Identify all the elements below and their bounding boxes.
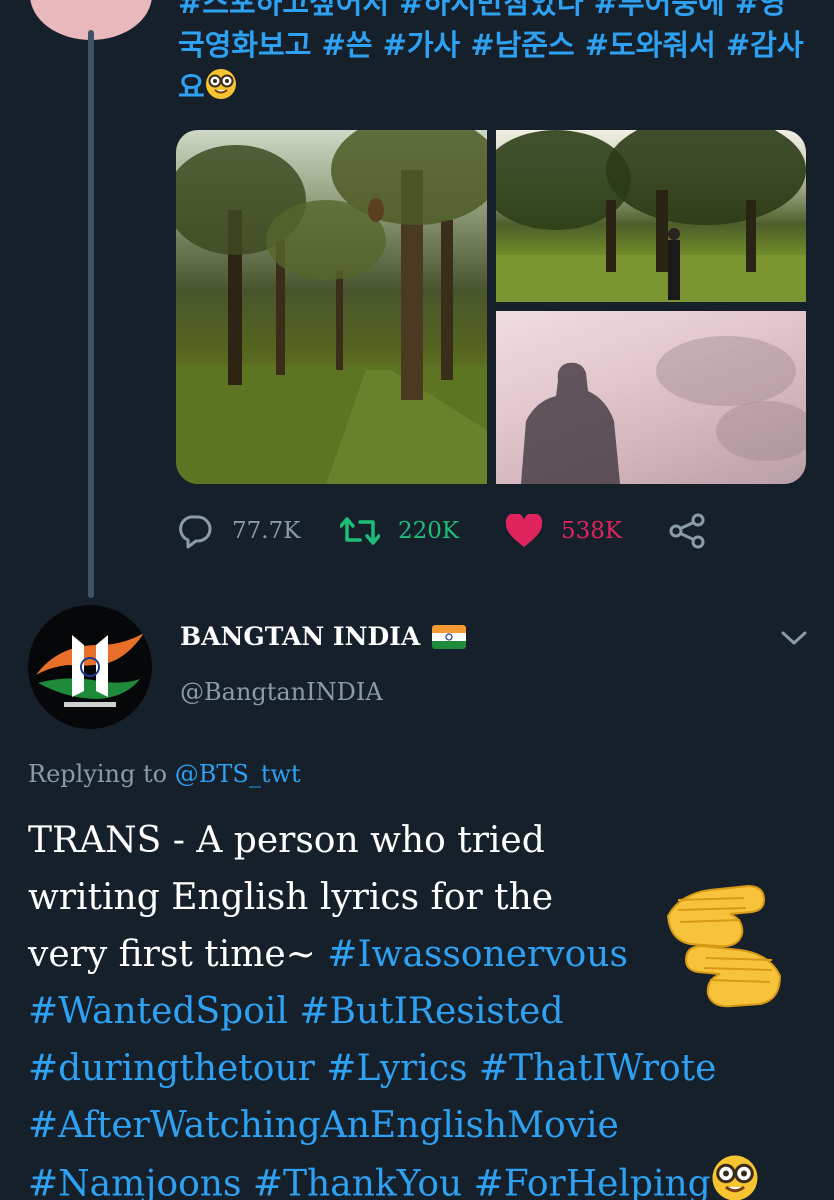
chevron-down-icon[interactable] [778, 626, 810, 650]
tweet-line: TRANS - A person who tried [28, 812, 818, 869]
tweet-text: writing English lyrics for the [28, 877, 554, 918]
author-name-text: BANGTAN INDIA [180, 622, 421, 651]
nerd-face-icon [711, 1154, 759, 1200]
nerd-face-icon [205, 68, 237, 111]
reply-button[interactable]: 77.7K [178, 506, 300, 556]
hashtag-line-end[interactable]: 요 [178, 70, 205, 104]
tweet-actions: 77.7K 220K 538K [178, 506, 738, 556]
photo-shadow-selfie[interactable] [496, 311, 806, 484]
author-avatar[interactable] [28, 605, 152, 729]
hashtag-line[interactable]: #스포하고싶어서 #하지만참았다 #투어중에 #영 [178, 0, 818, 24]
previous-tweet-text: #스포하고싶어서 #하지만참았다 #투어중에 #영 국영화보고 #쓴 #가사 #… [178, 0, 818, 111]
retweet-button[interactable]: 220K [340, 506, 459, 556]
replying-to-line: Replying to @BTS_twt [28, 760, 301, 788]
palms-up-hands-icon [660, 876, 790, 1026]
photo-tree-lined-path[interactable] [176, 130, 487, 484]
tweet-line: #AfterWatchingAnEnglishMovie [28, 1097, 818, 1154]
tweet-thread: #스포하고싶어서 #하지만참았다 #투어중에 #영 국영화보고 #쓴 #가사 #… [0, 0, 834, 1200]
tweet-line: #Namjoons #ThankYou #ForHelping [28, 1154, 818, 1200]
hashtag-link[interactable]: #Iwassonervous [327, 934, 628, 975]
like-button[interactable]: 538K [505, 506, 622, 556]
hashtag-link[interactable]: #AfterWatchingAnEnglishMovie [28, 1105, 619, 1146]
retweet-icon [340, 514, 380, 548]
like-count: 538K [561, 518, 623, 544]
tweet-text: TRANS - A person who tried [28, 820, 545, 861]
hashtag-link[interactable]: #duringthetour #Lyrics #ThatIWrote [28, 1048, 716, 1089]
tweet-text: very first time~ [28, 934, 328, 975]
media-grid [176, 130, 806, 484]
hashtag-line: 요 [178, 66, 818, 111]
tweet-line: #duringthetour #Lyrics #ThatIWrote [28, 1040, 818, 1097]
thread-connector-line [88, 30, 94, 598]
photo-park-figure[interactable] [496, 130, 806, 302]
share-button[interactable] [668, 506, 706, 556]
replying-to-mention[interactable]: @BTS_twt [175, 760, 301, 788]
share-icon [668, 513, 706, 549]
india-flag-icon [432, 624, 467, 649]
heart-icon [505, 514, 543, 548]
hashtag-link[interactable]: #Namjoons #ThankYou #ForHelping [28, 1164, 711, 1200]
reply-count: 77.7K [232, 518, 301, 544]
reply-icon [178, 513, 214, 549]
hashtag-link[interactable]: #WantedSpoil #ButIResisted [28, 991, 564, 1032]
author-handle[interactable]: @BangtanINDIA [180, 678, 383, 706]
hashtag-line[interactable]: 국영화보고 #쓴 #가사 #남준스 #도와줘서 #감사 [178, 24, 818, 66]
replying-to-label: Replying to [28, 760, 168, 788]
retweet-count: 220K [398, 518, 460, 544]
author-display-name[interactable]: BANGTAN INDIA [180, 622, 467, 651]
